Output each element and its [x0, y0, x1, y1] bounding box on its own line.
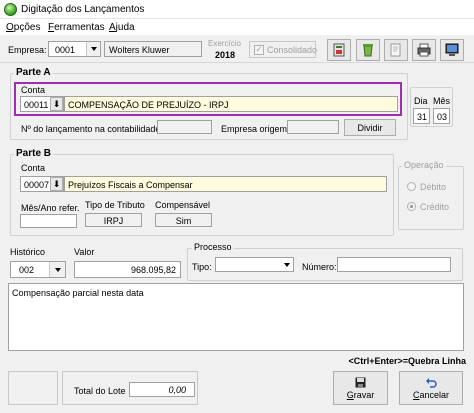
gravar-label: Gravar	[346, 389, 375, 400]
app-icon	[4, 3, 17, 16]
mes-label: Mês	[433, 96, 451, 106]
historico-value: 002	[19, 265, 35, 275]
recycle-icon	[363, 44, 373, 57]
total-lote-value: 0,00	[168, 385, 186, 395]
processo-label: Processo	[192, 242, 234, 252]
dia-label: Dia	[414, 96, 428, 106]
valor-field[interactable]: 968.095,82	[74, 261, 181, 278]
credito-label: Crédito	[420, 202, 450, 212]
empresa-origem-field	[287, 120, 339, 134]
dia-field[interactable]: 31	[413, 108, 430, 124]
valor-label: Valor	[74, 247, 95, 257]
conta-b-desc-field: Prejuízos Fiscais a Compensar	[64, 176, 387, 192]
exercicio-label: Exercício	[208, 39, 241, 48]
operacao-label: Operação	[402, 160, 446, 170]
tipo-select[interactable]	[215, 257, 294, 272]
parte-b-label: Parte B	[14, 148, 54, 159]
conta-a-code-text: 00011	[24, 100, 49, 110]
mes-ano-field[interactable]	[20, 214, 77, 228]
empresa-code-text: 0001	[55, 45, 76, 55]
gravar-button[interactable]: Gravar	[333, 371, 388, 405]
tipo-tributo-label: Tipo de Tributo	[85, 200, 145, 210]
window-title: Digitação dos Lançamentos	[21, 4, 145, 15]
shortcut-hint: <Ctrl+Enter>=Quebra Linha	[348, 356, 466, 366]
chevron-down-icon	[284, 263, 290, 267]
conta-b-label: Conta	[21, 163, 46, 173]
complemento-text: Compensação parcial nesta data	[12, 288, 144, 298]
conta-b-code-text: 00007	[24, 180, 50, 190]
debito-radio[interactable]	[407, 182, 416, 191]
menu-ferramentas[interactable]: Ferramentas	[48, 22, 105, 33]
complemento-textarea[interactable]: Compensação parcial nesta data	[8, 283, 464, 351]
historico-label: Histórico	[10, 247, 46, 257]
conta-a-desc-text: COMPENSAÇÃO DE PREJUÍZO - IRPJ	[68, 100, 229, 110]
print-button[interactable]	[412, 39, 436, 61]
footer-status-box	[8, 371, 58, 405]
monitor-button[interactable]	[440, 39, 464, 61]
chevron-down-icon	[54, 267, 61, 272]
conta-a-desc-field: COMPENSAÇÃO DE PREJUÍZO - IRPJ	[64, 96, 398, 112]
import-icon	[333, 43, 345, 57]
consolidado-label: Consolidado	[267, 45, 318, 55]
conta-a-lookup-button[interactable]: ⬇	[50, 97, 63, 111]
compensavel-label: Compensável	[155, 200, 211, 210]
tipo-label: Tipo:	[192, 262, 212, 272]
print-icon	[417, 43, 431, 57]
empresa-name-field: Wolters Kluwer	[104, 41, 202, 57]
dia-value: 31	[417, 112, 428, 122]
empresa-name-text: Wolters Kluwer	[109, 45, 170, 55]
nr-lancamento-label: Nº do lançamento na contabilidade:	[21, 124, 163, 134]
dividir-button[interactable]: Dividir	[344, 119, 396, 136]
total-lote-label: Total do Lote	[74, 386, 126, 396]
compensavel-value: Sim	[175, 216, 192, 226]
conta-b-lookup-button[interactable]: ⬇	[50, 177, 63, 191]
total-lote-field: 0,00	[129, 382, 195, 397]
conta-a-label: Conta	[21, 85, 46, 95]
mes-ano-label: Mês/Ano refer.	[21, 203, 80, 213]
menu-opcoes[interactable]: Opções	[6, 22, 40, 33]
cancelar-label: Cancelar	[412, 389, 450, 400]
download-arrow-icon: ⬇	[52, 98, 61, 109]
numero-field[interactable]	[337, 257, 451, 272]
menu-ajuda[interactable]: Ajuda	[109, 22, 135, 33]
dividir-label: Dividir	[357, 122, 383, 133]
compensavel-field: Sim	[155, 213, 212, 227]
cancelar-button[interactable]: Cancelar	[399, 371, 463, 405]
operacao-group	[398, 166, 464, 230]
nr-lancamento-field	[157, 120, 212, 134]
debito-label: Débito	[420, 182, 447, 192]
mes-value: 03	[437, 112, 448, 122]
download-arrow-icon: ⬇	[52, 178, 61, 189]
empresa-origem-label: Empresa origem:	[221, 124, 290, 134]
recycle-button[interactable]	[356, 39, 380, 61]
consolidado-checkbox[interactable]: ✓	[254, 45, 264, 55]
monitor-icon	[445, 43, 459, 56]
empresa-label: Empresa:	[8, 45, 47, 55]
mes-field[interactable]: 03	[433, 108, 450, 124]
credito-radio[interactable]	[407, 202, 416, 211]
undo-icon	[426, 377, 437, 388]
save-icon	[355, 377, 366, 387]
parte-a-label: Parte A	[14, 67, 53, 78]
exercicio-value: 2018	[215, 50, 236, 60]
document-icon	[390, 43, 401, 57]
historico-field[interactable]: 002	[10, 261, 66, 278]
historico-dropdown-button[interactable]	[49, 262, 65, 277]
valor-value: 968.095,82	[130, 265, 176, 275]
tipo-tributo-field: IRPJ	[85, 213, 142, 227]
chevron-down-icon	[90, 47, 97, 51]
conta-b-desc-text: Prejuízos Fiscais a Compensar	[68, 180, 193, 190]
numero-label: Número:	[302, 262, 337, 272]
tipo-tributo-value: IRPJ	[103, 216, 124, 226]
import-button[interactable]	[327, 39, 351, 61]
empresa-dropdown-button[interactable]	[86, 42, 100, 56]
empresa-code-field[interactable]: 0001	[48, 41, 101, 57]
document-button[interactable]	[384, 39, 408, 61]
